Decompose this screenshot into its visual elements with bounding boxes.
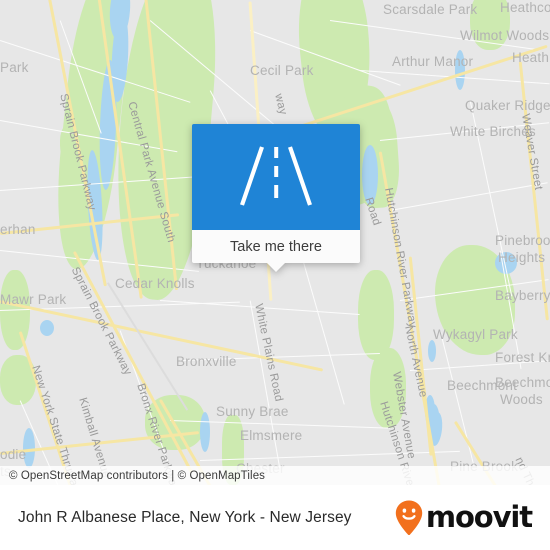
attribution-text: © OpenStreetMap contributors | © OpenMap…	[9, 469, 266, 482]
moovit-logo[interactable]: moovit	[394, 499, 533, 537]
map-road-label: Sprain Brook Parkway	[57, 92, 98, 212]
moovit-smiley-pin-icon	[395, 500, 423, 535]
map-screenshot: Scarsdale ParkHeathcoteWilmot WoodsArthu…	[0, 0, 550, 550]
take-me-there-label: Take me there	[230, 238, 322, 255]
map-road-label: Central Park Avenue South	[125, 100, 178, 245]
map-canvas[interactable]: Scarsdale ParkHeathcoteWilmot WoodsArthu…	[0, 0, 550, 485]
map-road-label: North Avenue	[402, 324, 430, 399]
footer-bar: John R Albanese Place, New York - New Je…	[0, 485, 550, 550]
take-me-there-button[interactable]: Take me there	[192, 230, 360, 263]
map-attribution: © OpenStreetMap contributors | © OpenMap…	[0, 466, 550, 485]
take-me-there-popup[interactable]: Take me there	[192, 124, 360, 272]
location-title: John R Albanese Place, New York - New Je…	[18, 508, 352, 526]
popup-icon-panel	[192, 124, 360, 230]
map-road-label: way	[272, 92, 289, 117]
map-road-label: Weaver Street	[519, 112, 545, 192]
map-road-label: White Plains Road	[252, 302, 285, 403]
popup-pointer-tail	[267, 263, 285, 272]
map-road-label: Hutchinson River Parkway	[382, 186, 419, 329]
map-road-label: Road	[362, 196, 383, 228]
map-road-label: Sprain Brook Parkway	[68, 265, 134, 378]
road-perspective-icon	[240, 146, 312, 206]
moovit-wordmark: moovit	[425, 500, 533, 534]
